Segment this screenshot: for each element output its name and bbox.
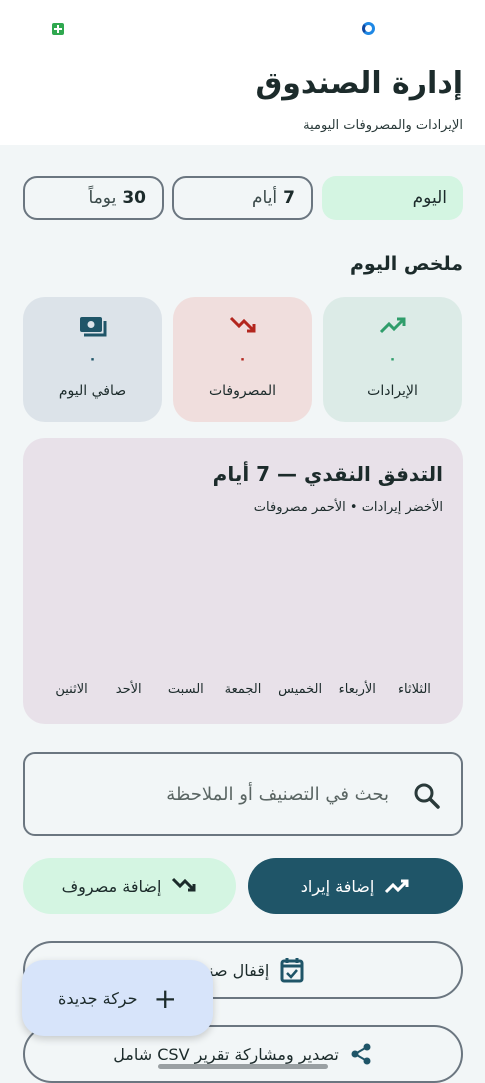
period-7days-number: 7 [283,188,295,208]
plus-icon: + [153,981,177,1015]
income-label: الإيرادات [367,383,418,399]
calendar-check-icon [280,958,304,983]
chart-day-label: الخميس [278,682,323,697]
chart-day-label: الثلاثاء [397,682,431,697]
net-value: ٠ [88,351,97,367]
chart-day-label: الأربعاء [338,682,376,697]
trending-up-icon [385,879,409,894]
status-bar [0,0,485,58]
cashflow-chart: التدفق النقدي — 7 أيام الأخضر إيرادات • … [23,438,463,724]
period-30days-number: 30 [122,188,146,208]
period-30days-chip[interactable]: 30 يوماً [23,176,164,220]
new-transaction-fab[interactable]: + حركة جديدة [22,960,213,1036]
add-income-label: إضافة إيراد [300,876,375,896]
expense-summary-card[interactable]: ٠ المصروفات [173,297,312,422]
income-summary-card[interactable]: ٠ الإيرادات [323,297,462,422]
net-summary-card[interactable]: ٠ صافي اليوم [23,297,162,422]
trending-down-icon [172,877,196,892]
summary-title: ملخص اليوم [350,253,463,275]
export-csv-label: تصدير ومشاركة تقرير CSV شامل [113,1044,339,1064]
search-field[interactable]: بحث في التصنيف أو الملاحظة [23,752,463,836]
chart-day-label: الجمعة [224,682,262,697]
trending-down-icon [173,315,312,341]
page-subtitle: الإيرادات والمصروفات اليومية [303,118,463,133]
trending-up-icon [323,315,462,339]
add-expense-button[interactable]: إضافة مصروف [23,858,236,914]
search-icon [413,782,441,814]
chart-day-label: الاثنين [55,682,88,697]
net-label: صافي اليوم [58,383,127,399]
period-today-chip[interactable]: اليوم [322,176,463,220]
add-income-button[interactable]: إضافة إيراد [248,858,463,914]
chart-day-label: السبت [167,682,204,697]
app-header: إدارة الصندوق الإيرادات والمصروفات اليوم… [0,58,485,145]
new-transaction-label: حركة جديدة [58,988,138,1008]
expense-value: ٠ [238,351,247,367]
expense-label: المصروفات [208,383,276,399]
search-placeholder: بحث في التصنيف أو الملاحظة [166,784,389,805]
chart-day-label: الأحد [115,682,142,697]
app-notification-icon [52,23,64,35]
period-today-label: اليوم [412,188,447,208]
share-icon [351,1043,371,1065]
page-title: إدارة الصندوق [255,66,463,101]
chart-x-axis: الاثنين الأحد السبت الجمعة الخميس الأربعاء الث… [43,682,443,702]
sync-icon [362,22,375,35]
period-30days-unit: يوماً [88,188,117,208]
add-expense-label: إضافة مصروف [61,876,162,896]
period-7days-unit: أيام [251,188,278,208]
income-value: ٠ [388,351,397,367]
gesture-home-bar[interactable] [158,1064,328,1069]
cash-icon [23,315,162,343]
period-7days-chip[interactable]: 7 أيام [172,176,313,220]
